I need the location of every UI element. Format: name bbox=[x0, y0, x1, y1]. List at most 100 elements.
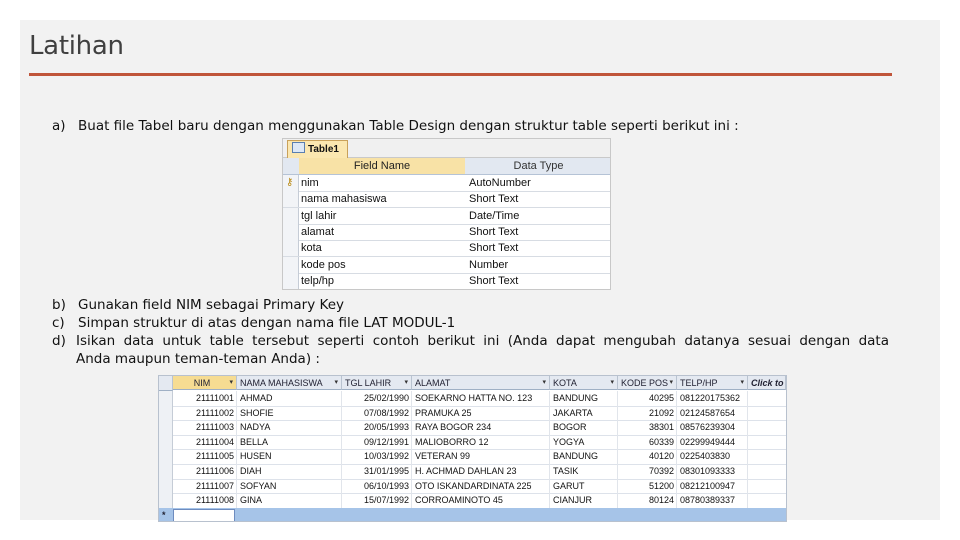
table-cell[interactable]: OTO ISKANDARDINATA 225 bbox=[412, 478, 550, 494]
table-cell[interactable]: 21111004 bbox=[173, 434, 237, 450]
table-cell[interactable]: CIANJUR bbox=[550, 493, 618, 508]
table-cell[interactable]: 15/07/1992 bbox=[342, 493, 412, 508]
select-all-corner[interactable] bbox=[159, 376, 173, 391]
table-cell[interactable]: 38301 bbox=[618, 420, 677, 435]
table-cell[interactable]: 80124 bbox=[618, 493, 677, 508]
design-row[interactable]: alamat Short Text bbox=[283, 223, 610, 241]
table-cell[interactable]: 08301093333 bbox=[677, 464, 748, 479]
column-header[interactable]: TELP/HP ▾ bbox=[677, 376, 748, 390]
table-cell[interactable]: 40295 bbox=[618, 391, 677, 406]
table1-tab[interactable]: Table1 bbox=[287, 140, 348, 158]
column-header[interactable]: KODE POS ▾ bbox=[618, 376, 677, 390]
table-cell[interactable]: 02299949444 bbox=[677, 434, 748, 450]
table-cell[interactable]: 21111003 bbox=[173, 420, 237, 435]
data-type-cell[interactable]: Short Text bbox=[469, 224, 518, 240]
field-name-cell[interactable]: kode pos bbox=[301, 257, 346, 273]
row-selector[interactable] bbox=[283, 191, 299, 208]
table-cell[interactable]: 40120 bbox=[618, 449, 677, 464]
row-selector[interactable] bbox=[283, 272, 299, 289]
column-header[interactable]: NAMA MAHASISWA ▾ bbox=[237, 376, 342, 390]
column-header[interactable]: TGL LAHIR ▾ bbox=[342, 376, 412, 390]
table-cell[interactable]: JAKARTA bbox=[550, 405, 618, 421]
table-cell[interactable]: 06/10/1993 bbox=[342, 478, 412, 494]
column-header[interactable]: ALAMAT ▾ bbox=[412, 376, 550, 390]
design-row[interactable]: nama mahasiswa Short Text bbox=[283, 191, 610, 209]
row-selector[interactable] bbox=[159, 420, 173, 435]
row-selector[interactable] bbox=[283, 223, 299, 240]
table-cell[interactable]: 08212100947 bbox=[677, 478, 748, 494]
table-cell[interactable]: 21111002 bbox=[173, 405, 237, 421]
field-name-cell[interactable]: nim bbox=[301, 175, 319, 191]
table-cell[interactable]: 08780389337 bbox=[677, 493, 748, 508]
table-cell[interactable]: 70392 bbox=[618, 464, 677, 479]
chevron-down-icon[interactable]: ▾ bbox=[229, 376, 233, 389]
data-type-cell[interactable]: Date/Time bbox=[469, 208, 519, 224]
table-cell[interactable]: 60339 bbox=[618, 434, 677, 450]
row-selector[interactable] bbox=[283, 207, 299, 224]
table-cell[interactable]: SOEKARNO HATTA NO. 123 bbox=[412, 391, 550, 406]
data-type-cell[interactable]: Number bbox=[469, 257, 508, 273]
data-type-cell[interactable]: Short Text bbox=[469, 191, 518, 207]
chevron-down-icon[interactable]: ▾ bbox=[610, 376, 614, 389]
column-header[interactable]: KOTA ▾ bbox=[550, 376, 618, 390]
row-selector[interactable] bbox=[159, 405, 173, 421]
row-selector[interactable] bbox=[283, 240, 299, 257]
field-name-cell[interactable]: nama mahasiswa bbox=[301, 191, 387, 207]
design-row[interactable]: ⚷ nim AutoNumber bbox=[283, 175, 610, 192]
chevron-down-icon[interactable]: ▾ bbox=[404, 376, 408, 389]
table-cell[interactable]: BELLA bbox=[237, 434, 342, 450]
table-row[interactable]: 21111007 SOFYAN 06/10/1993 OTO ISKANDARDINA… bbox=[159, 478, 786, 495]
table-cell[interactable]: GARUT bbox=[550, 478, 618, 494]
column-header[interactable]: NIM ▾ bbox=[173, 376, 237, 390]
table-cell[interactable]: RAYA BOGOR 234 bbox=[412, 420, 550, 435]
row-selector[interactable] bbox=[159, 434, 173, 450]
table-cell[interactable]: VETERAN 99 bbox=[412, 449, 550, 464]
table-row[interactable]: 21111004 BELLA 09/12/1991 MALIOBORRO 12 YOGY… bbox=[159, 434, 786, 451]
new-record-input[interactable] bbox=[173, 508, 235, 521]
design-row[interactable]: tgl lahir Date/Time bbox=[283, 207, 610, 225]
table-cell[interactable]: HUSEN bbox=[237, 449, 342, 464]
table-cell[interactable]: 20/05/1993 bbox=[342, 420, 412, 435]
data-type-cell[interactable]: Short Text bbox=[469, 240, 518, 256]
table-cell[interactable]: BANDUNG bbox=[550, 449, 618, 464]
table-cell[interactable]: CORROAMINOTO 45 bbox=[412, 493, 550, 508]
field-name-cell[interactable]: tgl lahir bbox=[301, 208, 336, 224]
table-cell[interactable]: GINA bbox=[237, 493, 342, 508]
table-row[interactable]: 21111005 HUSEN 10/03/1992 VETERAN 99 BANDUNG… bbox=[159, 449, 786, 465]
table-cell[interactable]: MALIOBORRO 12 bbox=[412, 434, 550, 450]
table-cell[interactable]: BOGOR bbox=[550, 420, 618, 435]
table-cell[interactable]: 0225403830 bbox=[677, 449, 748, 464]
table-cell[interactable]: 08576239304 bbox=[677, 420, 748, 435]
table-cell[interactable]: YOGYA bbox=[550, 434, 618, 450]
table-cell[interactable]: 21111005 bbox=[173, 449, 237, 464]
field-name-cell[interactable]: kota bbox=[301, 240, 322, 256]
row-selector[interactable] bbox=[159, 478, 173, 494]
table-cell[interactable]: 21111006 bbox=[173, 464, 237, 479]
table-cell[interactable]: 10/03/1992 bbox=[342, 449, 412, 464]
row-selector[interactable] bbox=[159, 464, 173, 479]
table-cell[interactable]: 25/02/1990 bbox=[342, 391, 412, 406]
new-record-row[interactable]: * bbox=[159, 507, 786, 521]
chevron-down-icon[interactable]: ▾ bbox=[542, 376, 546, 389]
table-cell[interactable]: H. ACHMAD DAHLAN 23 bbox=[412, 464, 550, 479]
row-selector[interactable] bbox=[159, 493, 173, 508]
data-type-cell[interactable]: Short Text bbox=[469, 273, 518, 289]
table-row[interactable]: 21111003 NADYA 20/05/1993 RAYA BOGOR 234 BOG… bbox=[159, 420, 786, 436]
row-selector[interactable] bbox=[283, 256, 299, 273]
field-name-cell[interactable]: alamat bbox=[301, 224, 334, 240]
table-cell[interactable]: 02124587654 bbox=[677, 405, 748, 421]
table-cell[interactable]: 21111008 bbox=[173, 493, 237, 508]
field-name-cell[interactable]: telp/hp bbox=[301, 273, 334, 289]
table-cell[interactable]: DIAH bbox=[237, 464, 342, 479]
table-cell[interactable]: TASIK bbox=[550, 464, 618, 479]
table-row[interactable]: 21111008 GINA 15/07/1992 CORROAMINOTO 45 CIA… bbox=[159, 493, 786, 509]
table-cell[interactable]: 31/01/1995 bbox=[342, 464, 412, 479]
table-cell[interactable]: 21111007 bbox=[173, 478, 237, 494]
table-cell[interactable]: NADYA bbox=[237, 420, 342, 435]
table-cell[interactable]: SHOFIE bbox=[237, 405, 342, 421]
table-cell[interactable]: AHMAD bbox=[237, 391, 342, 406]
table-cell[interactable]: 51200 bbox=[618, 478, 677, 494]
table-cell[interactable]: 07/08/1992 bbox=[342, 405, 412, 421]
field-name-header[interactable]: Field Name bbox=[299, 158, 465, 174]
chevron-down-icon[interactable]: ▾ bbox=[740, 376, 744, 389]
